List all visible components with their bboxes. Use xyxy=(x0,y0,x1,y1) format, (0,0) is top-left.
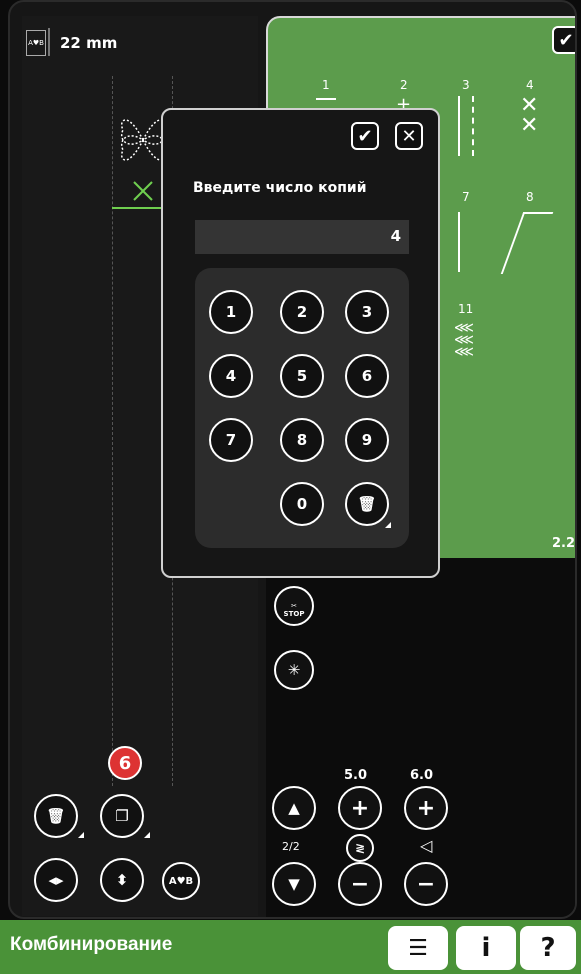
tie-off-button[interactable]: ✳ xyxy=(274,650,314,690)
list-icon: ☰ xyxy=(408,935,428,961)
stitch-4-icon[interactable]: ✕ ✕ xyxy=(520,95,538,137)
mirror-end-icon: ⬍ xyxy=(115,871,129,889)
key-7[interactable]: 7 xyxy=(209,418,253,462)
trash-icon: 🗑 xyxy=(357,495,377,513)
star-stitch-icon: ✳ xyxy=(287,661,301,679)
length-minus-button[interactable]: − xyxy=(404,862,448,906)
info-icon: i xyxy=(481,933,491,963)
key-0[interactable]: 0 xyxy=(280,482,324,526)
page-indicator: 2/2 xyxy=(282,840,300,853)
callout-badge: 6 xyxy=(108,746,142,780)
stitch-length-icon: ◁ xyxy=(420,836,433,855)
width-divider xyxy=(48,28,50,56)
menu-list-button[interactable]: ☰ xyxy=(388,926,448,970)
dialog-title: Введите число копий xyxy=(193,180,367,196)
zigzag-icon: ≷ xyxy=(354,841,366,855)
stitch-7-icon[interactable] xyxy=(458,212,474,272)
dialog-confirm-button[interactable]: ✔ xyxy=(351,122,379,150)
checkmark-icon: ✔ xyxy=(357,125,373,147)
stitch-1-icon[interactable] xyxy=(316,98,336,100)
copy-count-dialog: ✔ ✕ Введите число копий 4 1 2 3 4 5 6 7 … xyxy=(161,108,440,578)
stitch-width-icon-button: ≷ xyxy=(346,834,374,862)
checkmark-icon: ✔ xyxy=(558,29,574,51)
key-5[interactable]: 5 xyxy=(280,354,324,398)
stitch-number: 2 xyxy=(400,78,408,92)
key-9[interactable]: 9 xyxy=(345,418,389,462)
keypad: 1 2 3 4 5 6 7 8 9 0 🗑 xyxy=(195,268,409,548)
close-icon: ✕ xyxy=(401,125,417,147)
scroll-up-button[interactable]: ▲ xyxy=(272,786,316,830)
length-value: 6.0 xyxy=(410,768,434,783)
corner-indicator-icon xyxy=(144,832,150,838)
scissors-stop-icon: ✂ xyxy=(291,602,297,610)
stop-label: STOP xyxy=(283,610,305,618)
width-value: 5.0 xyxy=(344,768,368,783)
copy-count-value: 4 xyxy=(390,227,401,245)
key-2[interactable]: 2 xyxy=(280,290,324,334)
mirror-side-icon: ◂▸ xyxy=(48,871,64,889)
stop-button[interactable]: ✂ STOP xyxy=(274,586,314,626)
mirror-side-button[interactable]: ◂▸ xyxy=(34,858,78,902)
help-button[interactable]: ? xyxy=(520,926,576,970)
text-edit-button[interactable]: A♥B xyxy=(162,862,200,900)
key-6[interactable]: 6 xyxy=(345,354,389,398)
delete-stitch-button[interactable]: 🗑 xyxy=(34,794,78,838)
stitch-number: 8 xyxy=(526,190,534,204)
dialog-close-button[interactable]: ✕ xyxy=(395,122,423,150)
stitch-number: 11 xyxy=(458,302,474,316)
arrow-down-icon: ▼ xyxy=(288,875,300,893)
stitch-number: 3 xyxy=(462,78,470,92)
keypad-delete-button[interactable]: 🗑 xyxy=(345,482,389,526)
key-3[interactable]: 3 xyxy=(345,290,389,334)
copy-count-input[interactable]: 4 xyxy=(195,220,409,254)
page-label: 2.2 xyxy=(552,536,576,551)
width-label: 22 mm xyxy=(60,34,118,52)
width-adjust-icon[interactable]: A♥B xyxy=(26,30,46,56)
stitch-8-icon[interactable] xyxy=(500,212,554,274)
stitch-number: 1 xyxy=(322,78,330,92)
stitch-number: 4 xyxy=(526,78,534,92)
trash-icon: 🗑 xyxy=(46,807,66,825)
arrow-up-icon: ▲ xyxy=(288,799,300,817)
length-plus-button[interactable]: + xyxy=(404,786,448,830)
corner-indicator-icon xyxy=(78,832,84,838)
scroll-down-button[interactable]: ▼ xyxy=(272,862,316,906)
ab-label: A♥B xyxy=(168,875,194,887)
info-button[interactable]: i xyxy=(456,926,516,970)
stitch-11-icon[interactable]: ⋘ ⋘ ⋘ xyxy=(454,321,474,359)
mirror-end-button[interactable]: ⬍ xyxy=(100,858,144,902)
stitch-3-icon[interactable] xyxy=(458,96,474,156)
width-plus-button[interactable]: + xyxy=(338,786,382,830)
key-4[interactable]: 4 xyxy=(209,354,253,398)
help-icon: ? xyxy=(540,933,556,963)
stitch-number: 7 xyxy=(462,190,470,204)
width-minus-button[interactable]: − xyxy=(338,862,382,906)
corner-indicator-icon xyxy=(385,522,391,528)
key-8[interactable]: 8 xyxy=(280,418,324,462)
copy-stitch-button[interactable]: ❐ xyxy=(100,794,144,838)
screen-title: Комбинирование xyxy=(10,934,173,955)
stitch-controls-panel: ✂ STOP ✳ 5.0 6.0 ▲ + + 2/2 ≷ ◁ ▼ − − xyxy=(266,558,575,917)
key-1[interactable]: 1 xyxy=(209,290,253,334)
stitch-menu-confirm-button[interactable]: ✔ xyxy=(552,26,575,54)
bottom-bar: Комбинирование ☰ i ? xyxy=(0,920,581,974)
copy-icon: ❐ xyxy=(115,807,129,825)
